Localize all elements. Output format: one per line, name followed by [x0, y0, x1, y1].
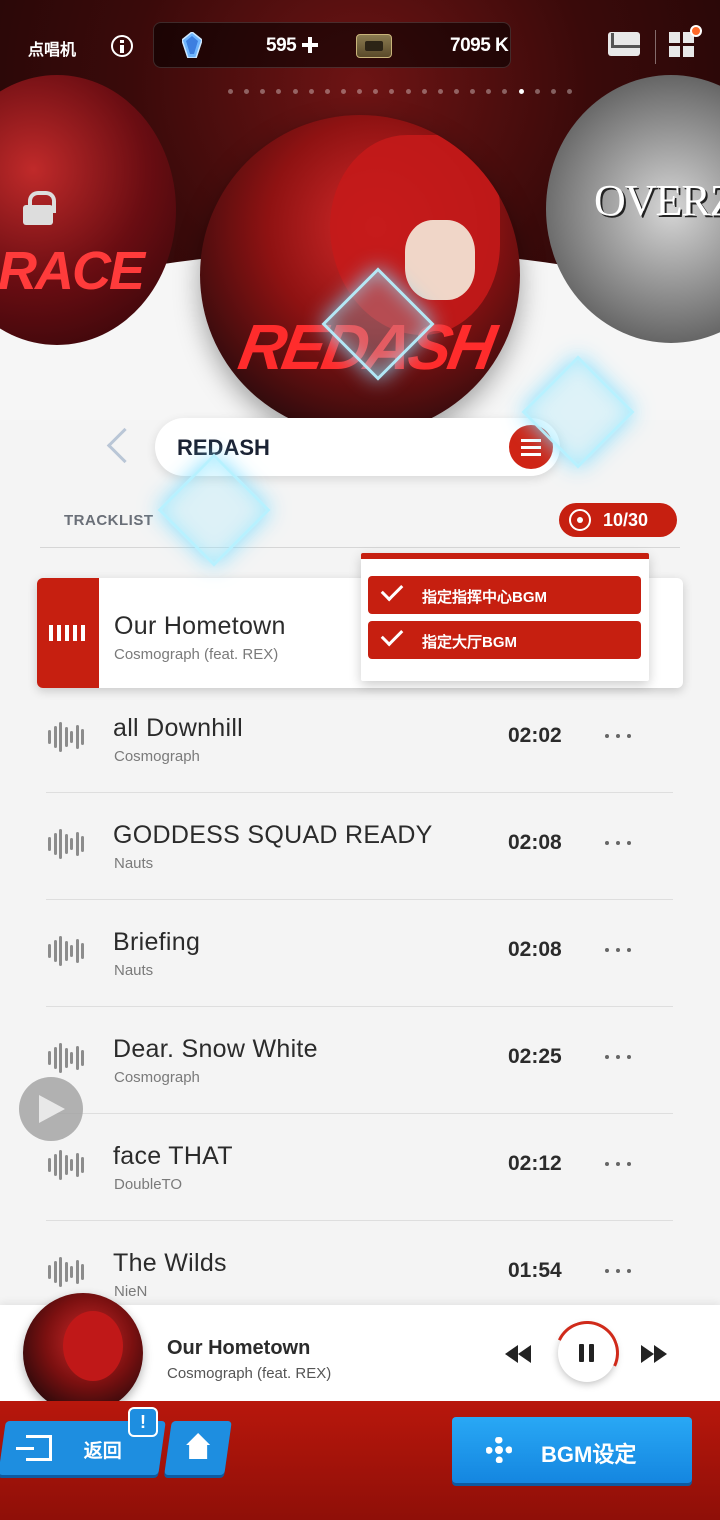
notice-badge: ! — [128, 1407, 158, 1437]
album-overzone-art-text: OVERZO — [594, 176, 720, 225]
track-count-badge: 10/30 — [559, 503, 677, 537]
track-row[interactable]: GODDESS SQUAD READY Nauts 02:08 — [46, 793, 673, 900]
track-row[interactable]: Dear. Snow White Cosmograph 02:25 — [46, 1007, 673, 1114]
floating-send-button[interactable] — [19, 1077, 83, 1141]
album-race-art-text: RACE — [0, 241, 145, 301]
set-lobby-bgm-option[interactable]: 指定大厅BGM — [368, 621, 641, 659]
track-title: The Wilds — [113, 1249, 227, 1277]
info-icon[interactable] — [111, 35, 133, 57]
gear-icon — [486, 1437, 512, 1463]
home-button[interactable] — [164, 1421, 232, 1475]
track-duration: 02:02 — [508, 724, 562, 747]
previous-album-arrow[interactable] — [104, 425, 128, 465]
track-title: Our Hometown — [114, 612, 286, 640]
more-options-icon[interactable] — [601, 726, 635, 746]
option-label: 指定指挥中心BGM — [422, 589, 547, 606]
lock-icon — [23, 191, 56, 225]
now-playing-cover — [23, 1293, 143, 1413]
waveform-icon — [48, 1148, 86, 1182]
check-icon — [380, 578, 404, 602]
track-row[interactable]: Briefing Nauts 02:08 — [46, 900, 673, 1007]
home-icon — [184, 1433, 212, 1461]
credit-icon — [356, 34, 392, 58]
track-artist: Cosmograph — [114, 748, 200, 765]
more-options-icon[interactable] — [601, 833, 635, 853]
track-duration: 02:08 — [508, 831, 562, 854]
track-duration: 02:08 — [508, 938, 562, 961]
track-artist: NieN — [114, 1283, 148, 1300]
more-options-icon[interactable] — [601, 1154, 635, 1174]
more-options-icon[interactable] — [601, 1261, 635, 1281]
album-name: REDASH — [177, 435, 270, 460]
album-art-face — [405, 220, 475, 300]
now-playing-artist: Cosmograph (feat. REX) — [167, 1365, 332, 1382]
more-options-icon[interactable] — [601, 1047, 635, 1067]
credit-count: 7095 K — [450, 35, 509, 56]
rewind-icon[interactable] — [505, 1345, 533, 1363]
tracklist-label: TRACKLIST — [64, 512, 154, 529]
bottom-bar: 返回 ! BGM设定 — [0, 1401, 720, 1520]
now-playing-bar: Our Hometown Cosmograph (feat. REX) — [0, 1293, 720, 1413]
track-duration: 01:54 — [508, 1259, 562, 1282]
track-artist: Nauts — [114, 855, 154, 872]
track-row[interactable]: face THAT DoubleTO 02:12 — [46, 1114, 673, 1221]
track-artist: DoubleTO — [114, 1176, 183, 1193]
waveform-icon — [48, 827, 86, 861]
track-title: GODDESS SQUAD READY — [113, 821, 433, 849]
gem-count: 595 — [266, 35, 297, 56]
pause-button[interactable] — [545, 1311, 629, 1395]
add-gems-plus-icon[interactable] — [302, 37, 318, 53]
track-artist: Nauts — [114, 962, 154, 979]
track-artist: Cosmograph — [114, 1069, 200, 1086]
menu-grid-icon[interactable] — [669, 32, 695, 58]
track-count: 10/30 — [603, 510, 649, 530]
top-bar: 点唱机 595 7095 K — [0, 0, 720, 90]
check-icon — [380, 623, 404, 647]
notification-dot — [690, 25, 702, 37]
option-label: 指定大厅BGM — [422, 634, 517, 651]
track-row[interactable]: all Downhill Cosmograph 02:02 — [46, 686, 673, 793]
mail-icon[interactable] — [608, 32, 640, 56]
page-title: 点唱机 — [28, 42, 77, 59]
bgm-context-menu: 指定指挥中心BGM 指定大厅BGM — [361, 553, 649, 681]
track-title: Briefing — [113, 928, 201, 956]
track-duration: 02:12 — [508, 1152, 562, 1175]
topbar-divider — [655, 30, 656, 64]
bgm-settings-button[interactable]: BGM设定 — [452, 1417, 692, 1483]
track-title: Dear. Snow White — [113, 1035, 318, 1063]
waveform-icon — [48, 1255, 86, 1289]
track-title: face THAT — [113, 1142, 233, 1170]
track-artist: Cosmograph (feat. REX) — [114, 646, 279, 663]
disc-icon — [569, 509, 591, 531]
exit-icon — [26, 1435, 52, 1461]
fast-forward-icon[interactable] — [641, 1345, 669, 1363]
waveform-icon — [48, 934, 86, 968]
album-redash[interactable]: REDASH — [200, 115, 520, 420]
divider — [40, 547, 680, 548]
selected-indicator — [37, 578, 99, 688]
progress-ring — [545, 1311, 629, 1395]
more-options-icon[interactable] — [601, 940, 635, 960]
gem-icon — [182, 32, 202, 58]
currency-bar: 595 7095 K — [153, 22, 511, 68]
waveform-icon — [48, 720, 86, 754]
track-duration: 02:25 — [508, 1045, 562, 1068]
back-label: 返回 — [83, 1441, 122, 1462]
playing-bars-icon — [49, 625, 87, 641]
track-title: all Downhill — [113, 714, 244, 742]
set-command-center-bgm-option[interactable]: 指定指挥中心BGM — [368, 576, 641, 614]
waveform-icon — [48, 1041, 86, 1075]
bgm-settings-label: BGM设定 — [541, 1442, 637, 1467]
now-playing-title: Our Hometown — [167, 1337, 311, 1359]
